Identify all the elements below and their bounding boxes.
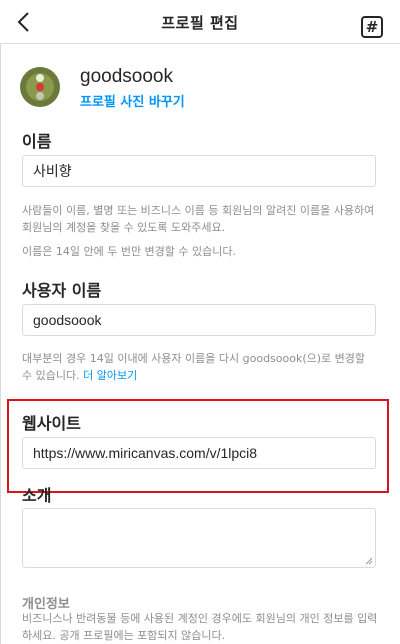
username-field[interactable]: goodsoook bbox=[22, 304, 376, 336]
left-divider bbox=[0, 44, 1, 644]
username-help-text: 대부분의 경우 14일 이내에 사용자 이름을 다시 goodsoook(으)로… bbox=[22, 350, 378, 384]
name-label: 이름 bbox=[22, 132, 52, 151]
top-bar: 프로필 편집 # bbox=[0, 0, 400, 44]
resize-grip-icon[interactable] bbox=[365, 557, 373, 565]
name-field[interactable]: 사비향 bbox=[22, 155, 376, 187]
avatar-detail bbox=[36, 74, 44, 82]
bio-textarea[interactable] bbox=[22, 508, 376, 568]
avatar-detail bbox=[36, 92, 44, 100]
avatar-detail bbox=[36, 83, 44, 91]
website-label: 웹사이트 bbox=[22, 414, 81, 433]
hashtag-icon[interactable]: # bbox=[361, 16, 383, 38]
username-help-body: 대부분의 경우 14일 이내에 사용자 이름을 다시 goodsoook(으)로… bbox=[22, 352, 366, 382]
avatar[interactable] bbox=[20, 67, 60, 107]
name-change-limit-text: 이름은 14일 안에 두 번만 변경할 수 있습니다. bbox=[22, 245, 237, 258]
website-field[interactable]: https://www.miricanvas.com/v/1lpci8 bbox=[22, 437, 376, 469]
page-title: 프로필 편집 bbox=[161, 14, 239, 32]
change-photo-link[interactable]: 프로필 사진 바꾸기 bbox=[80, 91, 185, 110]
bio-label: 소개 bbox=[22, 486, 52, 505]
personal-info-help-text: 비즈니스나 반려동물 등에 사용된 계정인 경우에도 회원님의 개인 정보를 입… bbox=[22, 612, 378, 642]
username-label: 사용자 이름 bbox=[22, 281, 102, 300]
profile-username: goodsoook bbox=[80, 66, 173, 87]
learn-more-link[interactable]: 더 알아보기 bbox=[83, 369, 137, 382]
name-help-text: 사람들이 이름, 별명 또는 비즈니스 이름 등 회원님의 알려진 이름을 사용… bbox=[22, 204, 375, 234]
